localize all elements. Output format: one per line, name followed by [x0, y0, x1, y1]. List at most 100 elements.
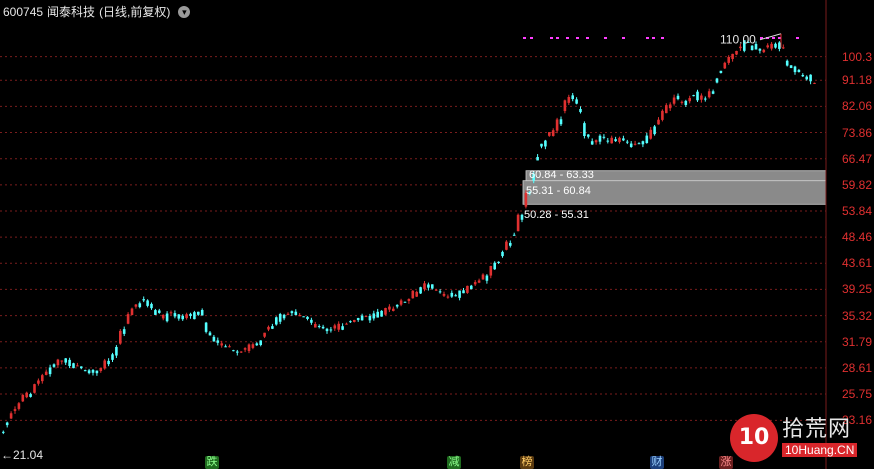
- candle-body: [672, 97, 676, 104]
- candle-body: [563, 100, 567, 112]
- candle-body: [544, 140, 547, 147]
- candle-body: [778, 42, 781, 49]
- event-mark: [576, 37, 579, 39]
- candle-body: [150, 303, 153, 309]
- y-tick-label: 73.86: [842, 125, 873, 140]
- candle-body: [333, 325, 337, 329]
- candle-body: [462, 290, 465, 294]
- candle-body: [314, 324, 317, 328]
- candle-body: [559, 119, 563, 125]
- candle-body: [680, 101, 684, 103]
- candle-body: [325, 328, 329, 332]
- candle-body: [80, 366, 83, 369]
- candle-body: [427, 284, 430, 288]
- y-tick-label: 35.32: [842, 308, 873, 323]
- candle-body: [509, 242, 512, 246]
- event-mark: [550, 37, 553, 39]
- candle-body: [259, 340, 262, 345]
- kline-chart[interactable]: 110.00 ←21.04 600745 闻泰科技 (日线,前复权) ▾ 100.…: [0, 0, 874, 469]
- candle-body: [707, 91, 711, 98]
- candle-body: [762, 49, 766, 53]
- event-mark: [604, 37, 607, 39]
- event-marker[interactable]: 榜: [520, 456, 534, 469]
- candle-body: [805, 76, 808, 80]
- candle-body: [228, 346, 231, 348]
- candle-body: [212, 336, 216, 342]
- candle-body: [204, 322, 208, 332]
- candle-body: [758, 48, 762, 51]
- candle-body: [76, 365, 79, 367]
- y-tick-label: 66.47: [842, 151, 873, 166]
- candle-body: [797, 69, 801, 72]
- candle-body: [579, 109, 582, 113]
- candle-body: [481, 274, 485, 280]
- candle-body: [21, 395, 25, 402]
- candle-body: [653, 126, 656, 135]
- candle-body: [185, 314, 188, 319]
- watermark-cn: 拾荒网: [782, 416, 852, 441]
- candle-body: [696, 91, 699, 101]
- event-marker[interactable]: 跌: [205, 456, 219, 469]
- candle-body: [438, 291, 442, 293]
- candle-body: [197, 311, 200, 315]
- candle-body: [126, 314, 130, 324]
- candle-body: [345, 323, 348, 325]
- candle-body: [637, 143, 641, 145]
- candle-body: [739, 46, 742, 49]
- candle-body: [785, 60, 789, 66]
- candle-body: [9, 413, 13, 419]
- candle-body: [29, 394, 32, 397]
- candle-body: [271, 326, 274, 329]
- candle-body: [341, 326, 344, 330]
- candle-body: [169, 312, 173, 314]
- candle-body: [583, 123, 586, 137]
- candle-body: [181, 315, 184, 320]
- candle-body: [380, 310, 383, 317]
- candle-body: [485, 275, 489, 281]
- candle-body: [575, 99, 578, 104]
- candle-body: [801, 75, 805, 77]
- candle-body: [809, 74, 812, 82]
- candle-body: [232, 350, 235, 352]
- candle-body: [493, 262, 496, 270]
- candle-body: [641, 141, 645, 145]
- candle-body: [466, 285, 469, 293]
- candle-body: [317, 326, 321, 328]
- candle-body: [789, 65, 793, 68]
- event-marker[interactable]: 财: [650, 456, 664, 469]
- y-tick-label: 48.46: [842, 230, 873, 245]
- candle-body: [470, 285, 473, 290]
- candle-body: [56, 359, 60, 366]
- event-mark: [523, 37, 526, 39]
- candle-body: [548, 132, 551, 136]
- candle-body: [676, 95, 680, 100]
- candle-body: [392, 308, 395, 311]
- candle-body: [13, 409, 17, 411]
- candle-body: [177, 314, 181, 319]
- candle-body: [243, 348, 247, 350]
- event-marker[interactable]: 减: [447, 456, 461, 469]
- candle-body: [224, 346, 227, 348]
- candle-body: [107, 360, 110, 365]
- candle-body: [138, 303, 142, 308]
- candle-body: [25, 392, 28, 398]
- candle-body: [103, 360, 106, 369]
- event-mark: [556, 37, 559, 39]
- candle-body: [423, 283, 426, 290]
- candle-body: [278, 314, 282, 322]
- kline-plot-area[interactable]: 110.00 ←21.04: [0, 0, 874, 469]
- candle-body: [189, 313, 192, 317]
- y-tick-label: 39.25: [842, 282, 873, 297]
- candle-body: [48, 367, 52, 375]
- candle-body: [72, 363, 75, 369]
- candle-body: [622, 138, 625, 141]
- chevron-down-icon[interactable]: ▾: [178, 5, 191, 18]
- candle-body: [555, 119, 559, 131]
- candle-body: [497, 261, 500, 264]
- candle-body: [649, 129, 652, 139]
- candle-body: [645, 135, 649, 144]
- candle-body: [536, 156, 539, 161]
- candle-body: [489, 265, 493, 276]
- event-mark: [530, 37, 533, 39]
- candle-body: [173, 313, 177, 317]
